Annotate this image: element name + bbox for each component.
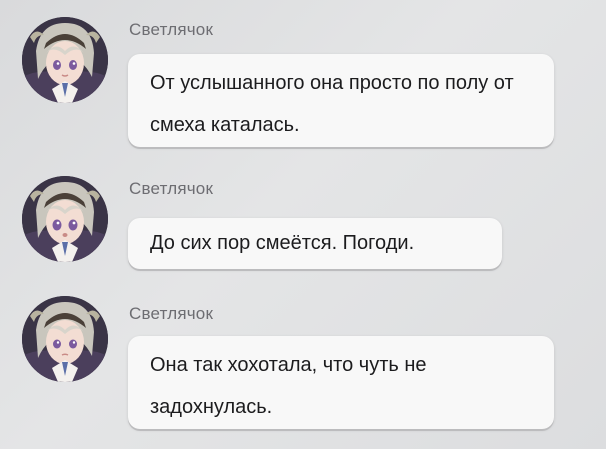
character-avatar-icon[interactable] bbox=[22, 17, 108, 103]
chat-log: Светлячок От услышанного она просто по п… bbox=[0, 0, 606, 449]
sender-name: Светлячок bbox=[129, 304, 214, 323]
message-bubble: До сих пор смеётся. Погоди. bbox=[128, 218, 502, 269]
sender-name: Светлячок bbox=[129, 20, 214, 39]
character-avatar-icon[interactable] bbox=[22, 296, 108, 382]
message-bubble: Она так хохотала, что чуть не задохнулас… bbox=[128, 336, 554, 429]
message-text: До сих пор смеётся. Погоди. bbox=[150, 232, 415, 254]
message-bubble: От услышанного она просто по полу от сме… bbox=[128, 54, 554, 147]
sender-name: Светлячок bbox=[129, 179, 214, 198]
character-avatar-icon[interactable] bbox=[22, 176, 108, 262]
message-text: От услышанного она просто по полу от сме… bbox=[150, 72, 514, 136]
message-text: Она так хохотала, что чуть не задохнулас… bbox=[150, 354, 427, 418]
